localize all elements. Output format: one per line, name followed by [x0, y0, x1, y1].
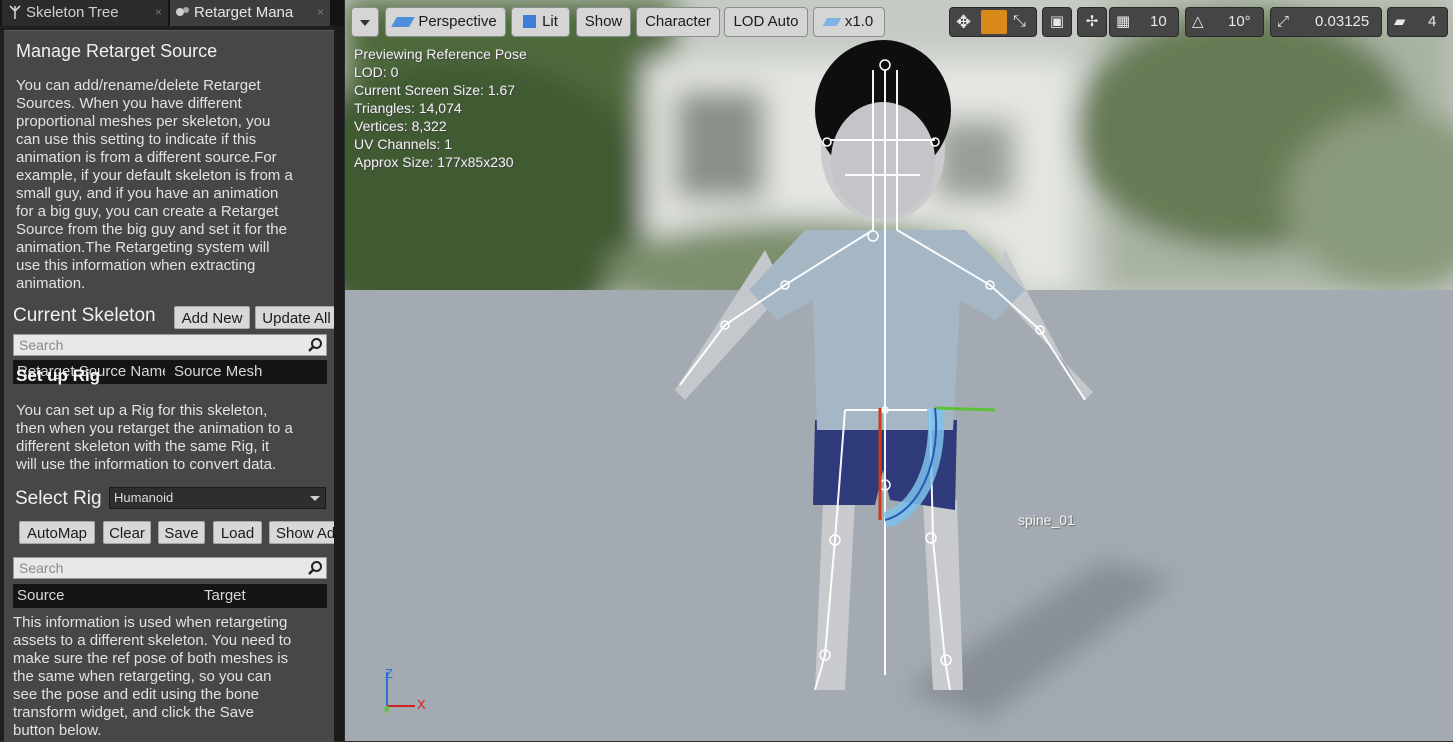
- automap-button[interactable]: AutoMap: [19, 521, 95, 544]
- perspective-button[interactable]: Perspective: [385, 7, 506, 37]
- current-skeleton-label: Current Skeleton: [13, 305, 156, 326]
- preview-mode-text: Previewing Reference Pose: [354, 46, 527, 62]
- character-preview: [675, 40, 1175, 720]
- preview-viewport[interactable]: spine_01 Previewing Reference Pose LOD: …: [345, 0, 1453, 741]
- retarget-manager-panel: Manage Retarget Source You can add/renam…: [4, 30, 334, 742]
- tab-label: Skeleton Tree: [26, 4, 119, 21]
- retarget-manager-icon: [176, 7, 189, 16]
- close-icon[interactable]: ×: [317, 0, 324, 25]
- scale-snap-group[interactable]: ⤢ 0.03125: [1270, 7, 1382, 37]
- vertices-stat: Vertices: 8,322: [354, 118, 447, 134]
- rig-mapping-list-header: Source Target: [13, 584, 327, 608]
- surface-snap-toggle[interactable]: ✢: [1077, 7, 1107, 37]
- column-target[interactable]: Target: [204, 584, 324, 608]
- rig-title: Set up Rig: [16, 366, 101, 385]
- approx-size-stat: Approx Size: 177x85x230: [354, 154, 514, 170]
- axis-z-label: Z: [385, 666, 393, 681]
- scale-snap-icon: ⤢: [1277, 13, 1290, 30]
- camera-speed-button[interactable]: ▰ 4: [1387, 7, 1448, 37]
- show-advanced-button[interactable]: Show Ad: [269, 521, 334, 544]
- column-source[interactable]: Source: [17, 584, 197, 608]
- tab-retarget-manager[interactable]: Retarget Mana ×: [170, 0, 330, 26]
- speed-icon: [822, 18, 842, 27]
- save-button[interactable]: Save: [158, 521, 205, 544]
- add-new-button[interactable]: Add New: [174, 306, 250, 329]
- rotation-snap-value: 10°: [1228, 13, 1251, 30]
- bone-label: spine_01: [1018, 512, 1075, 528]
- clear-button[interactable]: Clear: [103, 521, 151, 544]
- grid-snap-value: 10: [1150, 13, 1167, 30]
- search-icon: [308, 561, 322, 575]
- axis-y-label: Y: [383, 706, 390, 717]
- grid-snap-group[interactable]: ▦ 10: [1109, 7, 1179, 37]
- lit-cube-icon: [523, 15, 537, 28]
- rig-description: You can set up a Rig for this skeleton, t…: [16, 402, 293, 473]
- character-button[interactable]: Character: [636, 7, 720, 37]
- rig-search-input[interactable]: Search: [13, 557, 327, 579]
- left-panel: Skeleton Tree × Retarget Mana × Manage R…: [0, 0, 344, 742]
- show-button[interactable]: Show: [576, 7, 631, 37]
- grid-icon: ▦: [1116, 13, 1131, 30]
- camera-speed-value: 4: [1428, 13, 1437, 30]
- scale-icon[interactable]: ⤡: [1013, 8, 1026, 36]
- column-source-mesh[interactable]: Source Mesh: [174, 360, 324, 384]
- load-button[interactable]: Load: [213, 521, 262, 544]
- retarget-source-search-input[interactable]: Search: [13, 334, 327, 356]
- panel-scrollbar[interactable]: [334, 26, 344, 741]
- scale-snap-value: 0.03125: [1315, 13, 1370, 30]
- viewport-options-button[interactable]: [351, 7, 379, 37]
- search-icon: [308, 338, 322, 352]
- rotate-icon[interactable]: [981, 10, 1007, 34]
- screen-size-stat: Current Screen Size: 1.67: [354, 82, 516, 98]
- rotation-snap-group[interactable]: △ 10°: [1185, 7, 1264, 37]
- base-pose-description: This information is used when retargetin…: [13, 614, 292, 739]
- select-rig-label: Select Rig: [15, 488, 102, 509]
- retarget-source-title: Manage Retarget Source: [16, 41, 218, 61]
- rig-select[interactable]: Humanoid: [109, 487, 326, 509]
- retarget-source-description: You can add/rename/delete Retarget Source…: [16, 77, 293, 292]
- tab-label: Retarget Mana: [194, 4, 294, 21]
- lod-stat: LOD: 0: [354, 64, 399, 80]
- skeleton-tree-icon: [9, 5, 21, 19]
- transform-mode-group: ✥ ⤡: [949, 7, 1037, 37]
- camera-icon: ▰: [1394, 13, 1406, 30]
- uv-channels-stat: UV Channels: 1: [354, 136, 453, 152]
- update-all-button[interactable]: Update All: [255, 306, 334, 329]
- surface-snap-icon: ✢: [1085, 13, 1099, 30]
- triangles-stat: Triangles: 14,074: [354, 100, 462, 116]
- playback-speed-button[interactable]: x1.0: [813, 7, 885, 37]
- lit-button[interactable]: Lit: [511, 7, 570, 37]
- axis-x-label: X: [417, 697, 426, 712]
- translate-icon[interactable]: ✥: [956, 8, 971, 36]
- lod-button[interactable]: LOD Auto: [724, 7, 808, 37]
- close-icon[interactable]: ×: [155, 0, 162, 25]
- chevron-down-icon: [310, 496, 320, 501]
- chevron-down-icon: [360, 20, 370, 26]
- cube-icon: ▣: [1049, 13, 1065, 30]
- tab-skeleton-tree[interactable]: Skeleton Tree ×: [2, 0, 168, 26]
- perspective-icon: [391, 17, 416, 28]
- world-local-toggle[interactable]: ▣: [1042, 7, 1072, 37]
- rotation-snap-icon: △: [1192, 13, 1204, 30]
- tab-bar: Skeleton Tree × Retarget Mana ×: [0, 0, 344, 26]
